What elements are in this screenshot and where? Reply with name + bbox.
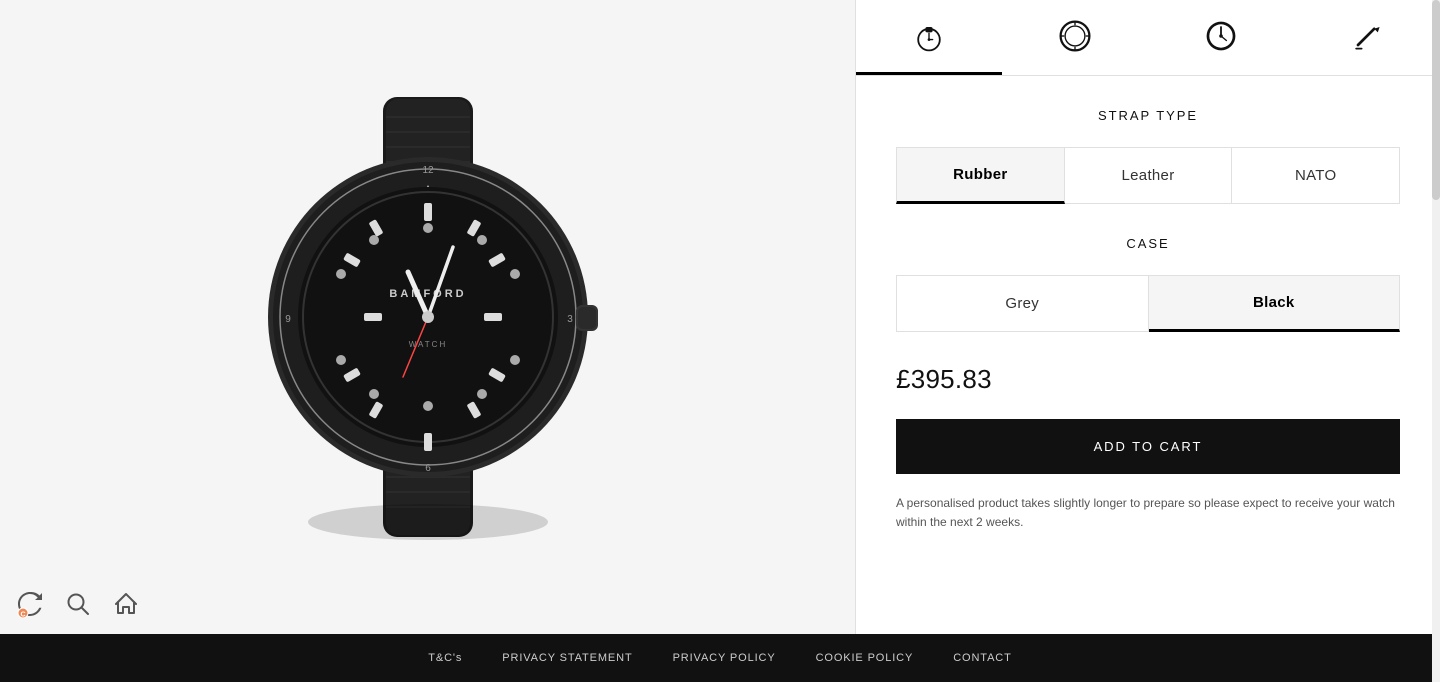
- footer-cookie-policy-link[interactable]: COOKIE POLICY: [816, 652, 914, 664]
- footer: T&C's PRIVACY STATEMENT PRIVACY POLICY C…: [0, 634, 1440, 682]
- tab-engraving[interactable]: [1294, 0, 1440, 75]
- bezel-icon: [1057, 18, 1093, 54]
- tab-watch-face[interactable]: [856, 0, 1002, 75]
- home-icon[interactable]: [112, 590, 140, 618]
- case-title: CASE: [896, 236, 1400, 251]
- svg-text:3: 3: [567, 314, 573, 325]
- tab-bezel[interactable]: [1002, 0, 1148, 75]
- footer-tcs-link[interactable]: T&C's: [428, 652, 462, 664]
- tab-bar: [856, 0, 1440, 76]
- scroll-thumb[interactable]: [1432, 0, 1440, 200]
- tab-clock[interactable]: [1148, 0, 1294, 75]
- case-options: Grey Black: [896, 275, 1400, 332]
- strap-nato-button[interactable]: NATO: [1232, 147, 1400, 204]
- product-price: £395.83: [896, 364, 1400, 395]
- svg-text:9: 9: [285, 314, 291, 325]
- bottom-toolbar: C: [16, 590, 140, 618]
- case-black-button[interactable]: Black: [1149, 275, 1401, 332]
- disclaimer-text: A personalised product takes slightly lo…: [896, 494, 1400, 532]
- engraving-icon: [1349, 18, 1385, 54]
- zoom-icon[interactable]: [64, 590, 92, 618]
- svg-text:C: C: [20, 612, 25, 619]
- configurator-panel: STRAP TYPE Rubber Leather NATO CASE Grey…: [855, 0, 1440, 634]
- strap-rubber-button[interactable]: Rubber: [896, 147, 1065, 204]
- strap-type-section: STRAP TYPE Rubber Leather NATO CASE Grey…: [856, 76, 1440, 564]
- scrollbar[interactable]: [1432, 0, 1440, 682]
- add-to-cart-button[interactable]: ADD TO CART: [896, 419, 1400, 474]
- watch-illustration: 12 3 6 9: [238, 77, 618, 557]
- strap-type-title: STRAP TYPE: [896, 108, 1400, 123]
- svg-text:12: 12: [422, 165, 434, 176]
- strap-leather-button[interactable]: Leather: [1065, 147, 1233, 204]
- product-image-area: 12 3 6 9: [0, 0, 855, 634]
- clock-icon: [1203, 18, 1239, 54]
- strap-type-options: Rubber Leather NATO: [896, 147, 1400, 204]
- footer-privacy-policy-link[interactable]: PRIVACY POLICY: [673, 652, 776, 664]
- footer-contact-link[interactable]: CONTACT: [953, 652, 1012, 664]
- svg-text:6: 6: [425, 463, 431, 474]
- case-grey-button[interactable]: Grey: [896, 275, 1149, 332]
- svg-text:BAMFORD: BAMFORD: [389, 288, 466, 300]
- watch-face-icon: [911, 18, 947, 54]
- refresh-icon[interactable]: C: [16, 590, 44, 618]
- footer-privacy-statement-link[interactable]: PRIVACY STATEMENT: [502, 652, 632, 664]
